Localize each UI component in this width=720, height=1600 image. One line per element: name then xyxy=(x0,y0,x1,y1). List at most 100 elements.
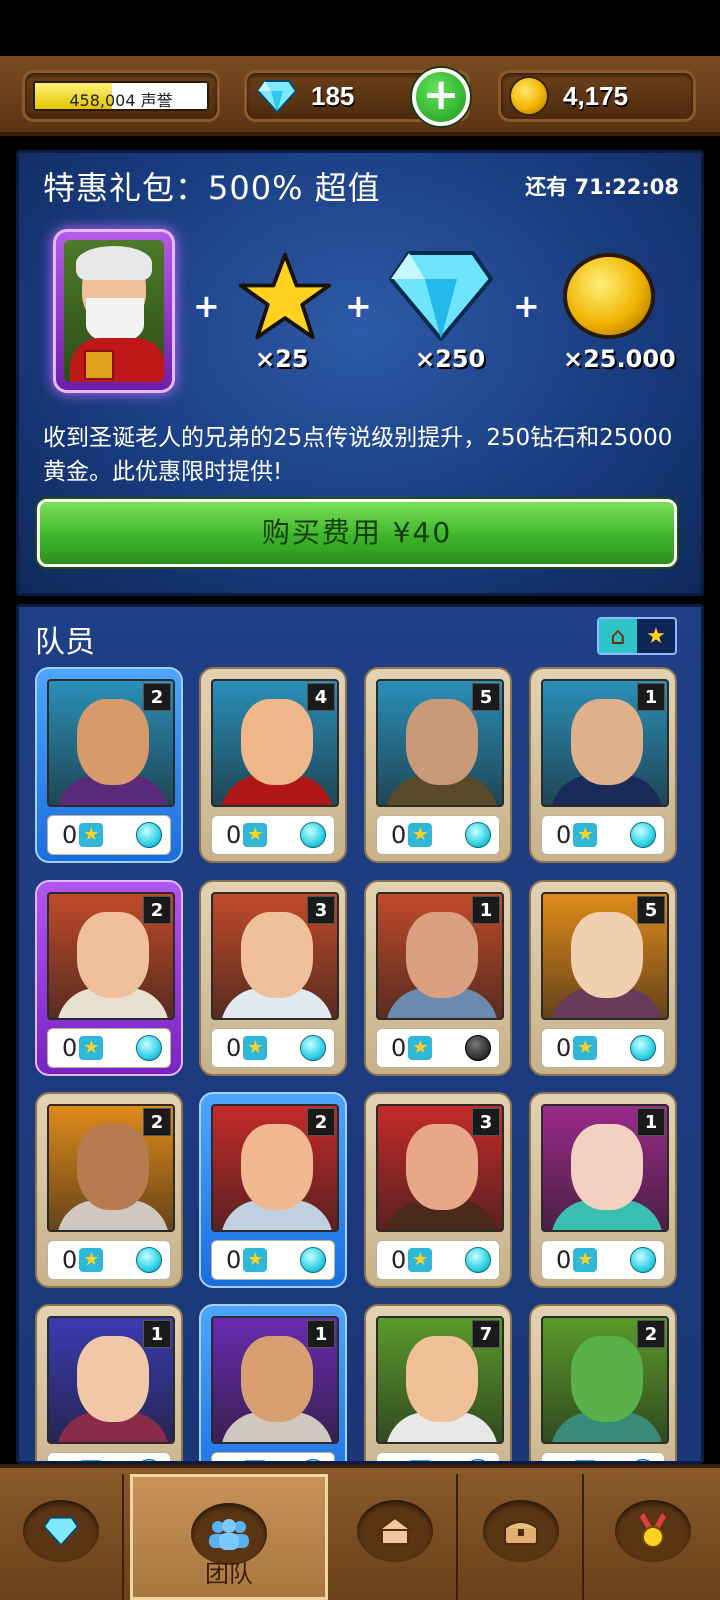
team-member-card[interactable]: 2 0★ xyxy=(35,667,183,863)
member-star-value: 0 xyxy=(226,1246,242,1274)
member-level: 1 xyxy=(307,1320,335,1348)
team-member-card[interactable]: 2 0★ xyxy=(199,1092,347,1288)
member-stats: 0★ xyxy=(211,815,335,855)
buy-offer-button[interactable]: 购买费用 ¥40 xyxy=(37,499,677,567)
team-member-card[interactable]: 1 0★ xyxy=(199,1304,347,1461)
member-level: 2 xyxy=(307,1108,335,1136)
member-face xyxy=(571,912,643,998)
team-member-card[interactable]: 7 0★ xyxy=(364,1304,512,1461)
member-level: 4 xyxy=(307,683,335,711)
star-icon: ★ xyxy=(243,1036,268,1060)
member-stats: 0★ xyxy=(376,1452,500,1461)
member-portrait: 4 xyxy=(211,679,339,807)
member-portrait: 5 xyxy=(541,892,669,1020)
star-sort-icon[interactable]: ★ xyxy=(637,619,675,653)
member-stats: 0★ xyxy=(541,1028,665,1068)
buy-gems-plus-button[interactable]: + xyxy=(412,68,470,126)
team-member-card[interactable]: 1 0★ xyxy=(529,1092,677,1288)
member-level: 2 xyxy=(637,1320,665,1348)
orb-icon xyxy=(300,1247,326,1273)
member-portrait: 2 xyxy=(47,679,175,807)
team-member-card[interactable]: 5 0 ★ xyxy=(364,667,512,863)
member-portrait: 2 xyxy=(211,1104,339,1232)
orb-icon xyxy=(630,822,656,848)
orb-icon xyxy=(630,1247,656,1273)
member-face xyxy=(77,912,149,998)
member-star-value: 0 xyxy=(391,821,407,849)
nav-tab-team[interactable]: 团队 xyxy=(130,1474,328,1600)
team-member-card[interactable]: 2 0★ xyxy=(529,1304,677,1461)
member-face xyxy=(406,912,478,998)
star-icon: ★ xyxy=(79,1248,104,1272)
offer-timer: 还有 71:22:08 xyxy=(525,175,679,199)
team-member-card[interactable]: 1 0★ xyxy=(364,880,512,1076)
inactive-orb-icon xyxy=(465,1035,491,1061)
member-star-value: 0 xyxy=(556,1034,572,1062)
member-star-count: 0★ xyxy=(391,1034,433,1062)
orb-icon xyxy=(136,1247,162,1273)
gold-reward-count: ×25.000 xyxy=(563,345,676,373)
member-star-count: 0★ xyxy=(556,1034,598,1062)
star-reward-icon xyxy=(239,252,332,340)
team-member-card[interactable]: 1 0★ xyxy=(35,1304,183,1461)
nav-tab-treasure[interactable] xyxy=(460,1474,584,1600)
gem-icon xyxy=(23,1500,99,1562)
member-star-count: 0★ xyxy=(226,1034,268,1062)
star-icon: ★ xyxy=(573,823,598,847)
special-offer-panel: 特惠礼包：500% 超值 还有 71:22:08 + ×25 + ×250 + … xyxy=(16,150,704,596)
member-star-count: 0★ xyxy=(62,821,104,849)
nav-tab-team-label: 团队 xyxy=(205,1560,253,1588)
member-portrait: 1 xyxy=(376,892,504,1020)
member-level: 5 xyxy=(637,896,665,924)
member-stats: 0★ xyxy=(211,1028,335,1068)
gold-reward-icon xyxy=(563,253,655,339)
member-star-value: 0 xyxy=(226,821,242,849)
nav-tab-achievements[interactable] xyxy=(586,1474,720,1600)
reputation-text: 458,004 声誉 xyxy=(69,91,173,110)
team-member-card[interactable]: 2 0★ xyxy=(35,880,183,1076)
gem-icon xyxy=(257,80,297,113)
member-star-count: 0★ xyxy=(226,1246,268,1274)
team-panel: 队员 ⌂ ★ 2 0 ★ 4 0 ★ 5 0 ★ 1 0 ★ 2 0 ★ 3 0 ★ 1 0 ★ 5 0 ★ 2 0 ★ 2 0 ★ 3 0 ★… xyxy=(16,604,704,1464)
gold-count: 4,175 xyxy=(563,80,629,111)
member-portrait: 5 xyxy=(376,679,504,807)
star-icon: ★ xyxy=(243,823,268,847)
team-member-card[interactable]: 4 0 ★ xyxy=(199,667,347,863)
reputation-meter: 458,004 声誉 xyxy=(22,70,220,122)
bottom-navigation: 团队 xyxy=(0,1464,720,1600)
coin-icon xyxy=(509,76,549,116)
resource-bar: 458,004 声誉 185 4,175 xyxy=(0,56,720,136)
plus-separator: + xyxy=(513,287,540,325)
member-star-value: 0 xyxy=(391,1246,407,1274)
nav-tab-buildings[interactable] xyxy=(334,1474,458,1600)
member-face xyxy=(241,1124,313,1210)
member-portrait: 1 xyxy=(541,1104,669,1232)
member-portrait: 2 xyxy=(47,892,175,1020)
team-member-card[interactable]: 3 0 ★ xyxy=(199,880,347,1076)
member-portrait: 2 xyxy=(541,1316,669,1444)
star-icon: ★ xyxy=(573,1036,598,1060)
member-level: 2 xyxy=(143,683,171,711)
team-member-card[interactable]: 2 0★ xyxy=(35,1092,183,1288)
orb-icon xyxy=(136,1035,162,1061)
member-portrait: 1 xyxy=(211,1316,339,1444)
member-level: 3 xyxy=(472,1108,500,1136)
star-reward-count: ×25 xyxy=(255,345,309,373)
member-star-count: 0★ xyxy=(556,821,598,849)
nav-tab-gems[interactable] xyxy=(0,1474,124,1600)
santa-hero-card xyxy=(53,229,175,393)
member-stats: 0★ xyxy=(376,815,500,855)
gold-counter: 4,175 xyxy=(498,70,696,122)
sort-toggle[interactable]: ⌂ ★ xyxy=(597,617,677,655)
team-member-card[interactable]: 3 0 ★ xyxy=(364,1092,512,1288)
member-star-value: 0 xyxy=(556,1246,572,1274)
member-face xyxy=(241,1336,313,1422)
offer-description: 收到圣诞老人的兄弟的25点传说级别提升，250钻石和25000黄金。此优惠限时提… xyxy=(43,425,673,485)
team-member-card[interactable]: 5 0 ★ xyxy=(529,880,677,1076)
member-portrait: 3 xyxy=(376,1104,504,1232)
plus-separator: + xyxy=(193,287,220,325)
team-member-card[interactable]: 1 0★ xyxy=(529,667,677,863)
home-sort-icon[interactable]: ⌂ xyxy=(599,619,637,653)
member-stats: 0★ xyxy=(376,1028,500,1068)
member-face xyxy=(571,1336,643,1422)
